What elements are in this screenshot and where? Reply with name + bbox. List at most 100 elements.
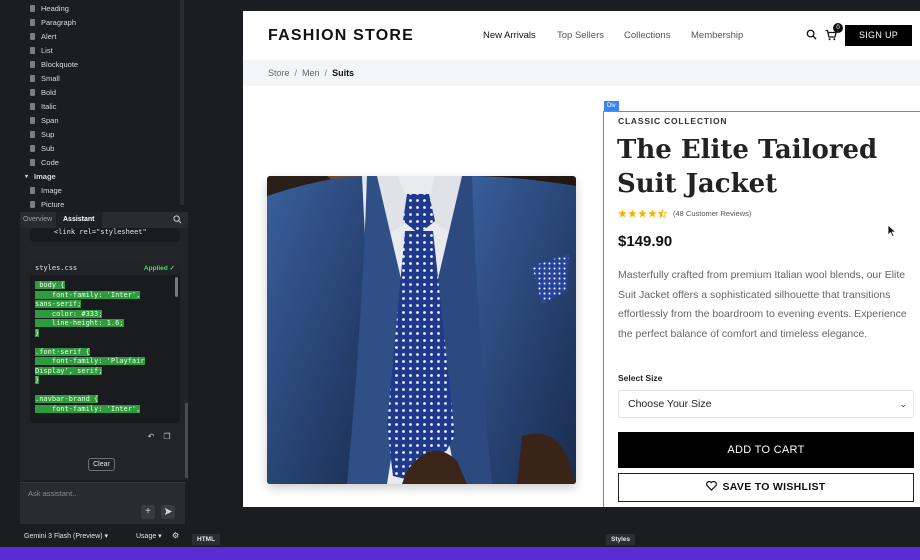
half-star-icon xyxy=(658,209,667,218)
tab-assistant[interactable]: Assistant xyxy=(56,212,102,228)
star-icon xyxy=(618,209,627,218)
element-icon xyxy=(30,46,35,54)
send-icon[interactable] xyxy=(161,505,175,519)
code-text: font-family: 'Inter', xyxy=(35,404,141,413)
code-text: color: #333; xyxy=(35,309,103,318)
layer-item-picture[interactable]: Picture xyxy=(30,197,64,211)
layer-item-alert[interactable]: Alert xyxy=(30,29,56,43)
code-line: .navbar-brand { xyxy=(35,395,180,405)
rating: (48 Customer Reviews) xyxy=(618,209,751,218)
copy-icon[interactable]: ❐ xyxy=(162,432,172,442)
clear-button[interactable]: Clear xyxy=(88,458,115,471)
layer-label: Paragraph xyxy=(41,17,77,27)
product-image xyxy=(267,176,576,484)
element-icon xyxy=(30,116,35,124)
star-icon xyxy=(638,209,647,218)
product-title: The Elite Tailored Suit Jacket xyxy=(617,135,878,199)
code-line: } xyxy=(35,328,180,339)
search-icon[interactable] xyxy=(173,215,182,224)
layer-item-blockquote[interactable]: Blockquote xyxy=(30,57,78,71)
breadcrumb-current: Suits xyxy=(332,68,355,78)
gear-icon[interactable]: ⚙ xyxy=(172,531,179,540)
element-icon xyxy=(30,144,35,152)
preview-canvas: FASHION STORE New Arrivals Top Sellers C… xyxy=(243,11,920,507)
layer-item-image[interactable]: Image xyxy=(30,183,62,197)
layer-item-bold[interactable]: Bold xyxy=(30,85,56,99)
layer-item-span[interactable]: Span xyxy=(30,113,59,127)
element-icon xyxy=(30,200,35,208)
element-icon xyxy=(30,130,35,138)
code-actions: ↶ ❐ xyxy=(146,432,172,442)
breadcrumb-separator: / xyxy=(324,68,328,78)
layer-label: Code xyxy=(41,157,59,167)
model-selector[interactable]: Gemini 3 Flash (Preview) ▾ xyxy=(24,532,108,540)
nav-link-collections[interactable]: Collections xyxy=(624,30,670,41)
product-price: $149.90 xyxy=(618,233,673,250)
review-count[interactable]: (48 Customer Reviews) xyxy=(673,209,751,218)
breadcrumb-men[interactable]: Men xyxy=(302,68,320,78)
size-select[interactable]: Choose Your Size ⌄ xyxy=(618,390,914,418)
layer-item-sup[interactable]: Sup xyxy=(30,127,54,141)
layer-item-list[interactable]: List xyxy=(30,43,53,57)
layer-group-image[interactable]: ▾ Image xyxy=(25,169,56,183)
element-icon xyxy=(30,186,35,194)
breadcrumb-store[interactable]: Store xyxy=(268,68,290,78)
element-icon xyxy=(30,158,35,166)
caret-down-icon[interactable]: ▾ xyxy=(25,173,28,180)
chat-scrollbar[interactable] xyxy=(185,403,188,478)
nav-link-new-arrivals[interactable]: New Arrivals xyxy=(483,30,536,41)
code-text: Display', serif; xyxy=(35,366,103,375)
layer-label: Image xyxy=(41,185,62,195)
sign-up-button[interactable]: SIGN UP xyxy=(845,25,912,46)
code-text: line-height: 1.6; xyxy=(35,319,124,327)
heart-icon xyxy=(706,481,718,491)
usage-dropdown[interactable]: Usage ▾ xyxy=(136,532,162,540)
mouse-cursor-icon xyxy=(887,224,897,238)
tab-styles[interactable]: Styles xyxy=(606,534,636,545)
add-icon[interactable]: + xyxy=(141,505,155,519)
selection-label: Div xyxy=(604,101,619,111)
tab-html[interactable]: HTML xyxy=(192,534,221,545)
product-detail[interactable]: CLASSIC COLLECTION The Elite Tailored Su… xyxy=(603,111,920,507)
layer-label: List xyxy=(41,45,53,55)
layer-label: Sub xyxy=(41,143,55,153)
code-block-header: styles.css Applied ✓ xyxy=(30,261,180,275)
layers-scrollbar[interactable] xyxy=(180,0,184,205)
element-icon xyxy=(30,102,35,110)
layer-label: Blockquote xyxy=(41,59,79,69)
layer-label: Alert xyxy=(41,31,57,41)
nav-link-membership[interactable]: Membership xyxy=(691,30,743,41)
layer-item-paragraph[interactable]: Paragraph xyxy=(30,15,76,29)
size-select-value: Choose Your Size xyxy=(628,398,712,410)
code-text: } xyxy=(35,376,40,384)
code-text: } xyxy=(35,328,40,337)
product-description: Masterfully crafted from premium Italian… xyxy=(618,269,907,340)
cart-count-badge: 0 xyxy=(833,23,843,33)
layer-label: Span xyxy=(41,115,59,125)
nav-link-top-sellers[interactable]: Top Sellers xyxy=(557,30,604,41)
undo-icon[interactable]: ↶ xyxy=(146,432,156,442)
code-scrollbar[interactable] xyxy=(175,277,178,297)
add-to-cart-button[interactable]: ADD TO CART xyxy=(618,432,914,468)
layer-item-code[interactable]: Code xyxy=(30,155,59,169)
tab-overview[interactable]: Overview xyxy=(23,212,52,228)
code-line: Display', serif; xyxy=(35,366,180,377)
layer-group-label: Image xyxy=(34,171,56,181)
layer-item-small[interactable]: Small xyxy=(30,71,60,85)
applied-badge: Applied ✓ xyxy=(143,265,175,272)
layer-item-italic[interactable]: Italic xyxy=(30,99,56,113)
code-line: sans-serif; xyxy=(35,300,180,310)
layer-item-sub[interactable]: Sub xyxy=(30,141,54,155)
layer-item-heading[interactable]: Heading xyxy=(30,1,69,15)
code-line: font-family: 'Inter', xyxy=(35,404,180,415)
site-brand[interactable]: FASHION STORE xyxy=(268,27,414,45)
star-icon xyxy=(628,209,637,218)
code-line: } xyxy=(35,376,180,386)
search-icon[interactable] xyxy=(806,29,817,40)
code-line: font-family: 'Playfair xyxy=(35,357,180,367)
element-icon xyxy=(30,4,35,12)
save-to-wishlist-button[interactable]: SAVE TO WISHLIST xyxy=(618,473,914,502)
assistant-input[interactable]: Ask assistant.. + xyxy=(20,482,185,524)
